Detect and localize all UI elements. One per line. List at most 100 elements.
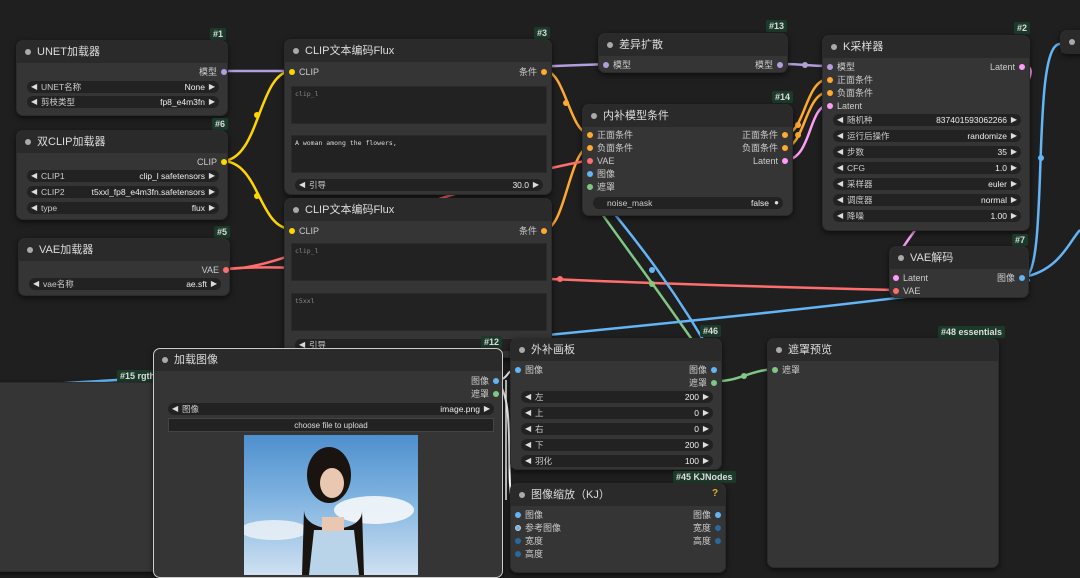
input-model[interactable]: 模型 [603, 59, 631, 71]
scheduler-widget[interactable]: ◀ 调度器 normal ▶ [833, 194, 1021, 206]
output-positive[interactable]: 正面条件 [742, 129, 788, 141]
arrow-left-icon: ◀ [31, 82, 38, 91]
guidance-widget[interactable]: ◀ 引导 30.0 ▶ [295, 179, 543, 191]
output-image[interactable]: 图像 [997, 272, 1025, 284]
input-latent[interactable]: Latent [827, 100, 862, 112]
output-height[interactable]: 高度 [693, 535, 721, 547]
input-negative[interactable]: 负面条件 [587, 142, 633, 154]
differential-diffusion-node[interactable]: 差异扩散 模型 模型 [598, 33, 788, 73]
t5xxl-textarea[interactable]: t5xxl [291, 293, 547, 331]
node-id-46: #46 [700, 325, 722, 337]
input-height[interactable]: 高度 [515, 548, 543, 560]
warning-icon[interactable]: ? [712, 488, 718, 499]
output-conditioning[interactable]: 条件 [519, 225, 547, 237]
clip-type-widget[interactable]: ◀ type flux ▶ [27, 202, 219, 214]
input-clip[interactable]: CLIP [289, 66, 319, 78]
load-image-node[interactable]: 加载图像 图像 遮罩 ◀ 图像 image.png ▶ choose file to … [153, 348, 503, 578]
toggle-icon: ● [774, 198, 779, 207]
right-widget[interactable]: ◀ 右 0 ▶ [521, 423, 713, 435]
output-conditioning[interactable]: 条件 [519, 66, 547, 78]
node-title: K采样器 [843, 41, 884, 53]
node-title: CLIP文本编码Flux [305, 204, 395, 216]
left-widget[interactable]: ◀ 左 200 ▶ [521, 391, 713, 403]
clip-l-textarea[interactable]: clip_l [291, 243, 547, 281]
choose-file-button[interactable]: choose file to upload [168, 418, 494, 432]
input-mask[interactable]: 遮罩 [587, 181, 615, 193]
output-clip[interactable]: CLIP [197, 156, 227, 168]
output-negative[interactable]: 负面条件 [742, 142, 788, 154]
input-latent[interactable]: Latent [893, 272, 928, 284]
image-resize-kj-node[interactable]: 图像缩放（KJ） ? 图像 参考图像 宽度 高度 图像 宽度 高度 [510, 483, 726, 573]
node-id-7: #7 [1012, 234, 1029, 246]
sampler-widget[interactable]: ◀ 采样器 euler ▶ [833, 178, 1021, 190]
noise-mask-toggle[interactable]: noise_mask false ● [593, 197, 783, 209]
dual-clip-loader-node[interactable]: 双CLIP加载器 CLIP ◀ CLIP1 clip_l safetensors ▶ … [16, 130, 228, 220]
save-image-node-partial[interactable] [1060, 30, 1080, 54]
preview-photo-icon [244, 447, 414, 575]
node-id-2: #2 [1014, 22, 1031, 34]
image-preview [244, 435, 418, 575]
input-vae[interactable]: VAE [587, 155, 614, 167]
clip1-widget[interactable]: ◀ CLIP1 clip_l safetensors ▶ [27, 170, 219, 182]
output-image[interactable]: 图像 [689, 364, 717, 376]
node-title: CLIP文本编码Flux [305, 45, 395, 57]
output-latent[interactable]: Latent [990, 61, 1025, 73]
input-positive[interactable]: 正面条件 [587, 129, 633, 141]
steps-widget[interactable]: ◀ 步数 35 ▶ [833, 146, 1021, 158]
clip-l-textarea[interactable]: clip_l [291, 86, 547, 124]
input-image[interactable]: 图像 [515, 509, 543, 521]
cfg-widget[interactable]: ◀ CFG 1.0 ▶ [833, 162, 1021, 174]
output-model[interactable]: 模型 [755, 59, 783, 71]
image-select-widget[interactable]: ◀ 图像 image.png ▶ [168, 403, 494, 415]
vae-decode-node[interactable]: VAE解码 Latent VAE 图像 [889, 246, 1029, 298]
node-title: 图像缩放（KJ） [531, 489, 610, 501]
node-id-48: #48 essentials [938, 326, 1006, 338]
unet-loader-node[interactable]: UNET加载器 模型 ◀ UNET名称 None ▶ ◀ 剪枝类型 fp8_e4m3fn ▶ [16, 40, 228, 116]
clip-text-encode-node-1[interactable]: CLIP文本编码Flux CLIP 条件 clip_l A woman amon… [284, 39, 552, 195]
rgthree-node-partial[interactable] [0, 382, 162, 572]
vae-loader-node[interactable]: VAE加载器 VAE ◀ vae名称 ae.sft ▶ [18, 238, 230, 296]
weight-dtype-widget[interactable]: ◀ 剪枝类型 fp8_e4m3fn ▶ [27, 96, 219, 108]
seed-widget[interactable]: ◀ 随机种 837401593062266 ▶ [833, 114, 1021, 126]
input-image[interactable]: 图像 [587, 168, 615, 180]
node-id-1: #1 [210, 28, 227, 40]
input-mask[interactable]: 遮罩 [772, 364, 800, 376]
input-vae[interactable]: VAE [893, 285, 920, 297]
input-clip[interactable]: CLIP [289, 225, 319, 237]
output-image[interactable]: 图像 [693, 509, 721, 521]
top-widget[interactable]: ◀ 上 0 ▶ [521, 407, 713, 419]
output-image[interactable]: 图像 [471, 375, 499, 387]
denoise-widget[interactable]: ◀ 降噪 1.00 ▶ [833, 210, 1021, 222]
output-mask[interactable]: 遮罩 [689, 377, 717, 389]
ksampler-node[interactable]: K采样器 模型 正面条件 负面条件 Latent Latent ◀ 随机种 8374… [822, 35, 1030, 231]
node-id-45: #45 KJNodes [673, 471, 736, 483]
unet-name-widget[interactable]: ◀ UNET名称 None ▶ [27, 81, 219, 93]
mask-preview-node[interactable]: 遮罩预览 遮罩 [767, 338, 999, 568]
input-positive[interactable]: 正面条件 [827, 74, 873, 86]
node-title: 双CLIP加载器 [37, 136, 106, 148]
collapse-dot-icon[interactable] [25, 49, 31, 55]
node-id-6: #6 [212, 118, 229, 130]
output-latent[interactable]: Latent [753, 155, 788, 167]
vae-name-widget[interactable]: ◀ vae名称 ae.sft ▶ [29, 278, 221, 290]
output-vae[interactable]: VAE [202, 264, 229, 276]
input-reference-image[interactable]: 参考图像 [515, 522, 561, 534]
input-model[interactable]: 模型 [827, 61, 855, 73]
clip-text-encode-node-2[interactable]: CLIP文本编码Flux CLIP 条件 clip_l t5xxl ◀引导30▶ [284, 198, 552, 358]
feathering-widget[interactable]: ◀ 羽化 100 ▶ [521, 455, 713, 467]
input-negative[interactable]: 负面条件 [827, 87, 873, 99]
input-image[interactable]: 图像 [515, 364, 543, 376]
output-width[interactable]: 宽度 [693, 522, 721, 534]
arrow-right-icon: ▶ [208, 82, 215, 91]
bottom-widget[interactable]: ◀ 下 200 ▶ [521, 439, 713, 451]
t5xxl-textarea[interactable]: A woman among the flowers, [291, 135, 547, 173]
pad-image-outpaint-node[interactable]: 外补画板 图像 图像 遮罩 ◀ 左 200 ▶ ◀ 上 0 ▶ ◀ 右 0 ▶ ◀ 下 200 ▶ ◀ 羽… [510, 338, 722, 470]
clip2-widget[interactable]: ◀ CLIP2 t5xxl_fp8_e4m3fn.safetensors ▶ [27, 186, 219, 198]
node-title: UNET加载器 [37, 46, 100, 58]
output-mask[interactable]: 遮罩 [471, 388, 499, 400]
output-model[interactable]: 模型 [199, 66, 227, 78]
inpaint-model-conditioning-node[interactable]: 内补模型条件 正面条件 负面条件 VAE 图像 遮罩 正面条件 负面条件 Lat… [582, 104, 793, 216]
input-width[interactable]: 宽度 [515, 535, 543, 547]
control-after-generate-widget[interactable]: ◀ 运行后操作 randomize ▶ [833, 130, 1021, 142]
node-title: VAE加载器 [39, 244, 94, 256]
